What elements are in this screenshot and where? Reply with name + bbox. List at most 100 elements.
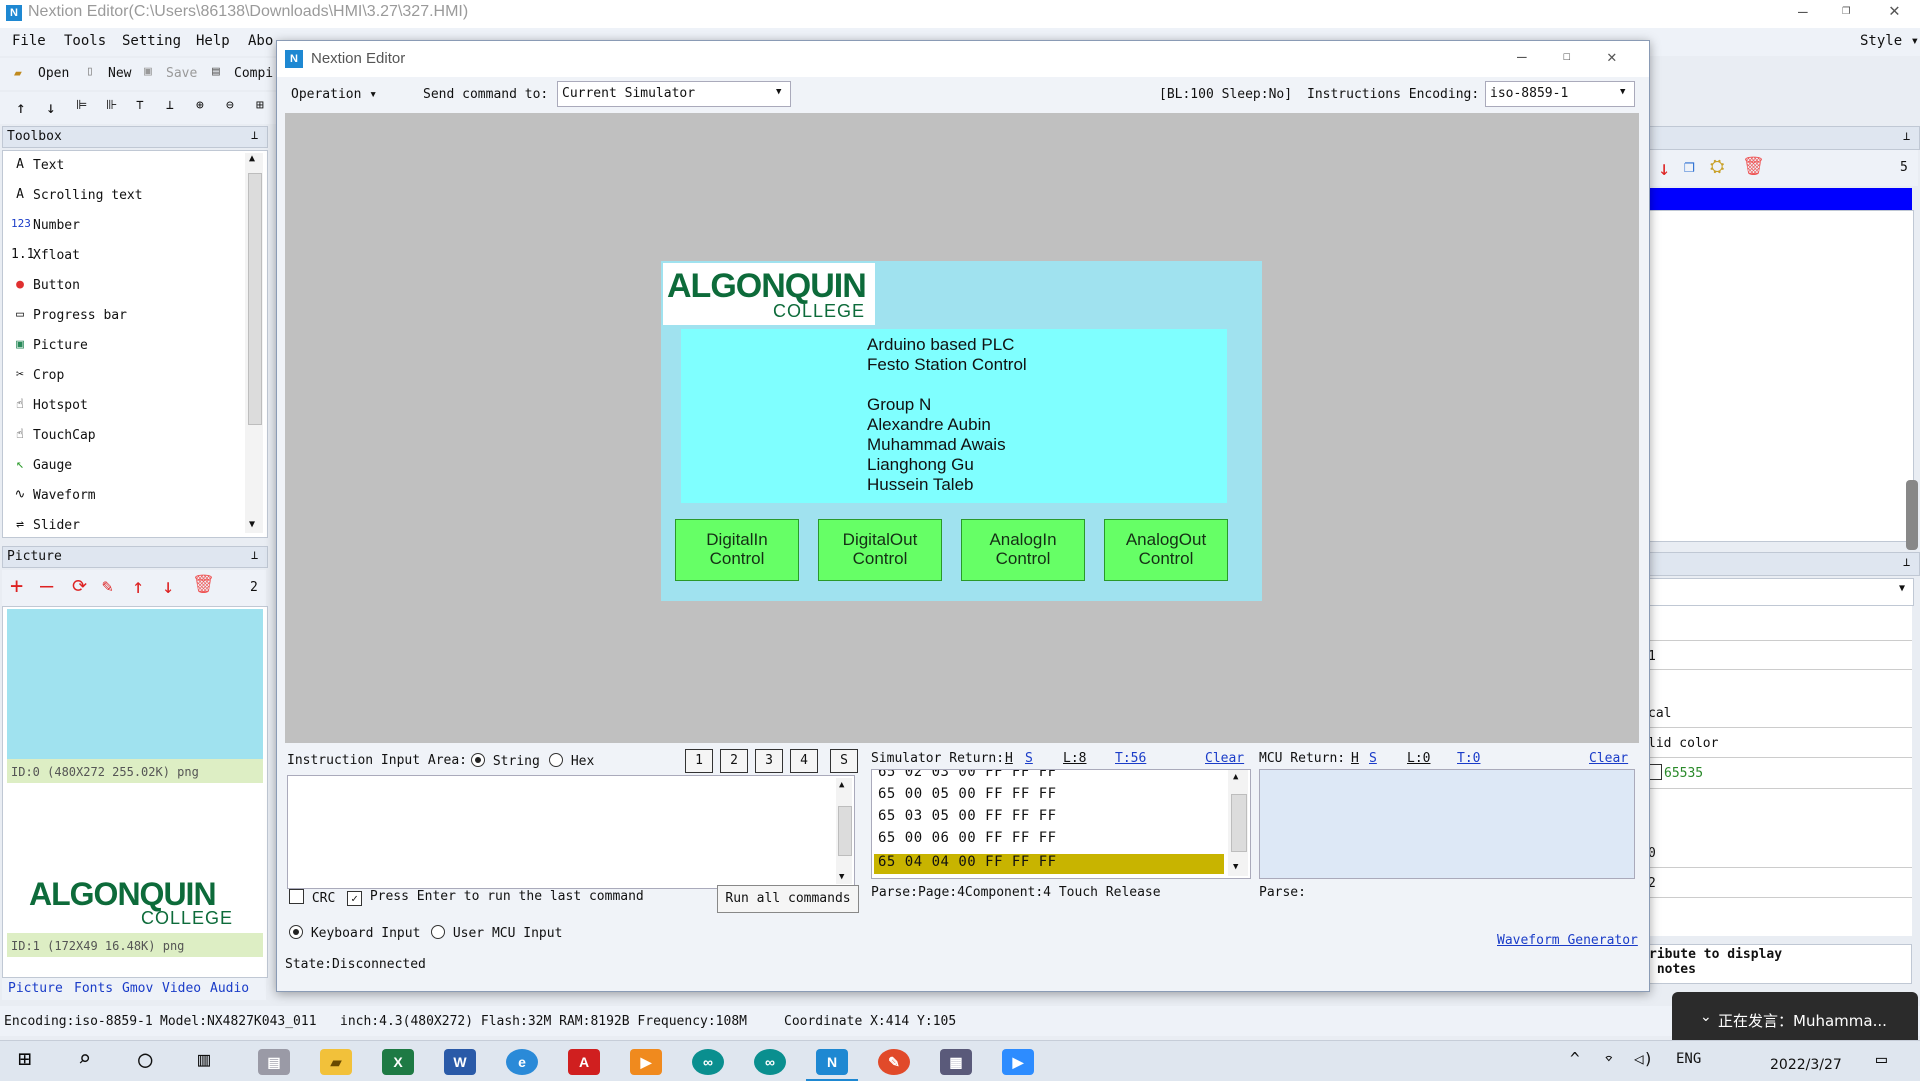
toolbox-item-button[interactable]: ● Button [9, 271, 241, 301]
scroll-down-icon[interactable]: ▼ [249, 519, 255, 530]
cortana-icon[interactable]: ○ [138, 1045, 152, 1073]
dialog-minimize-button[interactable]: – [1517, 47, 1527, 66]
crc-checkbox[interactable]: CRC [289, 889, 335, 906]
selected-page-row[interactable] [1648, 188, 1912, 210]
wifi-icon[interactable]: ⌔ [1604, 1049, 1614, 1068]
instruction-scrollbar[interactable]: ▲ ▼ [836, 778, 852, 884]
dialog-close-button[interactable]: ✕ [1607, 47, 1617, 66]
sim-hex-toggle[interactable]: H [1005, 751, 1013, 766]
toolbox-item-xfloat[interactable]: 1.1 Xfloat [9, 241, 241, 271]
search-icon[interactable]: ⌕ [78, 1047, 91, 1072]
notification-icon[interactable]: ▭ [1876, 1049, 1887, 1070]
paint-app-icon[interactable]: ✎ [878, 1049, 910, 1075]
new-button[interactable]: New [108, 66, 131, 81]
move-up-icon[interactable]: ↑ [16, 98, 26, 117]
arduino-icon[interactable]: ∞ [754, 1049, 786, 1075]
toolbox-item-gauge[interactable]: ↖ Gauge [9, 451, 241, 481]
dialog-maximize-button[interactable]: ☐ [1563, 49, 1571, 64]
analogin-control-button[interactable]: AnalogIn Control [961, 519, 1085, 581]
move-down-icon[interactable]: ↓ [162, 574, 174, 598]
volume-icon[interactable]: ◁) [1634, 1049, 1653, 1068]
toolbox-item-crop[interactable]: ✂ Crop [9, 361, 241, 391]
tab-video[interactable]: Video [162, 981, 201, 996]
tab-gmov[interactable]: Gmov [122, 981, 153, 996]
style-menu[interactable]: Style ▾ [1860, 33, 1919, 49]
remove-picture-icon[interactable]: – [40, 574, 53, 599]
scroll-thumb[interactable] [838, 806, 852, 856]
file-explorer-icon[interactable]: ▰ [320, 1049, 352, 1075]
send-to-select[interactable]: Current Simulator ▼ [557, 81, 791, 107]
toolbox-item-hotspot[interactable]: ☝ Hotspot [9, 391, 241, 421]
move-down-icon[interactable]: ↓ [46, 98, 56, 117]
edge-browser-icon[interactable]: e [506, 1049, 538, 1075]
encoding-select[interactable]: iso-8859-1 ▼ [1485, 81, 1635, 107]
menu-file[interactable]: File [12, 33, 46, 49]
calendar-app-icon[interactable]: ▦ [940, 1049, 972, 1075]
page-4-button[interactable]: 4 [790, 749, 818, 773]
minimize-button[interactable]: – [1798, 2, 1808, 21]
printer-app-icon[interactable]: ▤ [258, 1049, 290, 1075]
move-down-icon[interactable]: ↓ [1658, 156, 1670, 180]
sim-string-toggle[interactable]: S [1025, 751, 1033, 766]
chevron-up-icon[interactable]: ^ [1570, 1049, 1580, 1068]
mcu-return-list[interactable] [1259, 769, 1635, 879]
word-icon[interactable]: W [444, 1049, 476, 1075]
restore-button[interactable]: ❐ [1842, 2, 1850, 18]
menu-tools[interactable]: Tools [64, 33, 106, 49]
add-picture-icon[interactable]: + [10, 574, 23, 599]
nextion-taskbar-icon[interactable]: N [816, 1049, 848, 1075]
hex-radio[interactable]: Hex [549, 753, 594, 769]
attribute-row[interactable]: 0 [1648, 838, 1912, 868]
analogout-control-button[interactable]: AnalogOut Control [1104, 519, 1228, 581]
toolbox-item-slider[interactable]: ⇌ Slider [9, 511, 241, 541]
grid-icon[interactable]: ⊞ [256, 98, 264, 113]
page-s-button[interactable]: S [830, 749, 858, 773]
mcu-string-toggle[interactable]: S [1369, 751, 1377, 766]
edit-picture-icon[interactable]: ✎ [102, 576, 113, 597]
menu-help[interactable]: Help [196, 33, 230, 49]
mcu-hex-toggle[interactable]: H [1351, 751, 1359, 766]
media-player-icon[interactable]: ▶ [630, 1049, 662, 1075]
save-button[interactable]: Save [166, 66, 197, 81]
digitalin-control-button[interactable]: DigitalIn Control [675, 519, 799, 581]
scroll-down-icon[interactable]: ▼ [839, 872, 844, 882]
pin-icon[interactable]: ⊥ [251, 548, 258, 562]
tab-audio[interactable]: Audio [210, 981, 249, 996]
attribute-row[interactable]: 1 [1648, 640, 1912, 670]
replace-picture-icon[interactable]: ⟳ [72, 576, 87, 597]
pin-icon[interactable]: ⊥ [1903, 555, 1910, 569]
toolbox-item-scrolling-text[interactable]: A Scrolling text [9, 181, 241, 211]
tab-fonts[interactable]: Fonts [74, 981, 113, 996]
toolbox-item-number[interactable]: 123 Number [9, 211, 241, 241]
keyboard-input-radio[interactable]: Keyboard Input [289, 925, 420, 941]
toolbox-item-picture[interactable]: ▣ Picture [9, 331, 241, 361]
align-top-icon[interactable]: ⊤ [136, 98, 144, 113]
scroll-up-icon[interactable]: ▲ [249, 153, 255, 164]
import-page-icon[interactable]: ⛭ [1710, 156, 1724, 177]
right-scroll-thumb[interactable] [1906, 480, 1918, 550]
center-vertical-icon[interactable]: ⊖ [226, 98, 234, 113]
compile-button[interactable]: Compi [234, 66, 273, 81]
digitalout-control-button[interactable]: DigitalOut Control [818, 519, 942, 581]
pin-icon[interactable]: ⊥ [1903, 129, 1910, 143]
input-language[interactable]: ENG [1676, 1051, 1701, 1067]
close-button[interactable]: ✕ [1889, 0, 1900, 21]
align-bottom-icon[interactable]: ⊥ [166, 98, 174, 113]
zoom-icon[interactable]: ▶ [1002, 1049, 1034, 1075]
attribute-row[interactable]: 2 [1648, 868, 1912, 898]
pin-icon[interactable]: ⊥ [251, 128, 258, 142]
page-2-button[interactable]: 2 [720, 749, 748, 773]
component-select[interactable]: ▼ [1648, 578, 1914, 606]
toolbox-scrollbar[interactable]: ▲ ▼ [245, 153, 263, 533]
user-mcu-input-radio[interactable]: User MCU Input [431, 925, 562, 941]
simulator-return-list[interactable]: 65 02 03 00 FF FF FF 65 00 05 00 FF FF F… [871, 769, 1251, 879]
align-left-icon[interactable]: ⊫ [76, 98, 87, 113]
align-right-icon[interactable]: ⊪ [106, 98, 117, 113]
menu-setting[interactable]: Setting [122, 33, 181, 49]
scroll-up-icon[interactable]: ▲ [1233, 772, 1238, 782]
windows-start-icon[interactable]: ⊞ [18, 1047, 31, 1072]
excel-icon[interactable]: X [382, 1049, 414, 1075]
attribute-row[interactable]: cal [1648, 698, 1912, 728]
return-scrollbar[interactable]: ▲ ▼ [1228, 770, 1248, 876]
toolbox-item-touchcap[interactable]: ☝ TouchCap [9, 421, 241, 451]
